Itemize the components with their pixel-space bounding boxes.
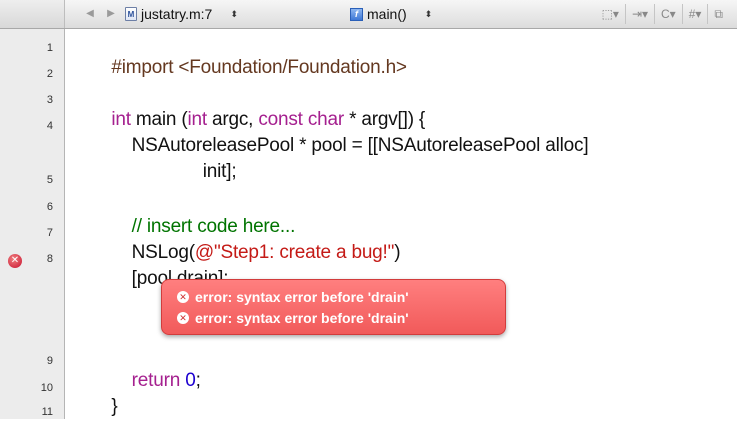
breakpoints-menu-icon[interactable]: ⇥▾ [624, 4, 654, 24]
code-text: init]; [111, 161, 237, 182]
back-arrow-icon[interactable]: ◀ [82, 6, 98, 22]
error-icon: ✕ [177, 290, 189, 303]
toolbar-icon-group: ⬚▾ ⇥▾ C▾ #▾ ⧉ [596, 4, 729, 24]
import-directive: #import <Foundation/Foundation.h> [111, 57, 407, 78]
error-text: error: syntax error before 'drain' [195, 288, 409, 305]
error-bubble[interactable]: ✕ error: syntax error before 'drain' ✕ e… [161, 279, 506, 335]
forward-arrow-icon[interactable]: ▶ [103, 6, 119, 22]
code-text: } [111, 396, 118, 417]
line-number: 10 [40, 382, 53, 394]
function-popup-button[interactable]: f main() ⬍ [350, 5, 432, 23]
line-number: 5 [46, 174, 53, 186]
code-text: ; [195, 370, 201, 391]
bookmarks-menu-icon[interactable]: ⬚▾ [596, 4, 625, 24]
line-number: 3 [46, 94, 53, 106]
updown-arrows-icon: ⬍ [230, 8, 238, 19]
error-message: ✕ error: syntax error before 'drain' [177, 307, 505, 328]
function-popup-label: main() [367, 6, 407, 22]
file-popup-label: justatry.m:7 [141, 6, 213, 22]
error-message: ✕ error: syntax error before 'drain' [177, 286, 505, 307]
error-icon: ✕ [177, 311, 189, 324]
file-popup-button[interactable]: M justatry.m:7 ⬍ [125, 5, 238, 23]
updown-arrows-icon: ⬍ [424, 8, 433, 19]
code-editor[interactable]: 1 2 3 4 5 6 7 8 9 10 11 ✕ #import <Found… [0, 29, 737, 419]
error-marker-icon[interactable]: ✕ [8, 254, 22, 268]
code-text: ) [394, 242, 401, 263]
line-number: 6 [46, 201, 53, 213]
class-menu-icon[interactable]: C▾ [654, 4, 682, 24]
keyword: return [131, 370, 181, 391]
includes-menu-icon[interactable]: #▾ [681, 4, 708, 24]
line-number: 2 [46, 68, 53, 80]
function-icon: f [350, 7, 363, 21]
line-number-gutter[interactable]: 1 2 3 4 5 6 7 8 9 10 11 ✕ [0, 29, 65, 419]
code-line-10: } [91, 374, 117, 440]
line-number: 1 [46, 42, 53, 54]
editor-navigation-bar: ◀ ▶ M justatry.m:7 ⬍ f main() ⬍ ⬚▾ ⇥▾ C▾… [0, 0, 737, 29]
m-file-icon: M [125, 7, 137, 21]
number-literal: 0 [185, 370, 196, 391]
line-number: 4 [46, 120, 53, 132]
line-number: 11 [41, 406, 53, 418]
line-number: 7 [46, 227, 53, 239]
counterpart-icon[interactable]: ⧉ [707, 4, 729, 24]
error-text: error: syntax error before 'drain' [195, 309, 409, 326]
gutter-header [0, 0, 65, 28]
line-number: 9 [46, 355, 53, 367]
